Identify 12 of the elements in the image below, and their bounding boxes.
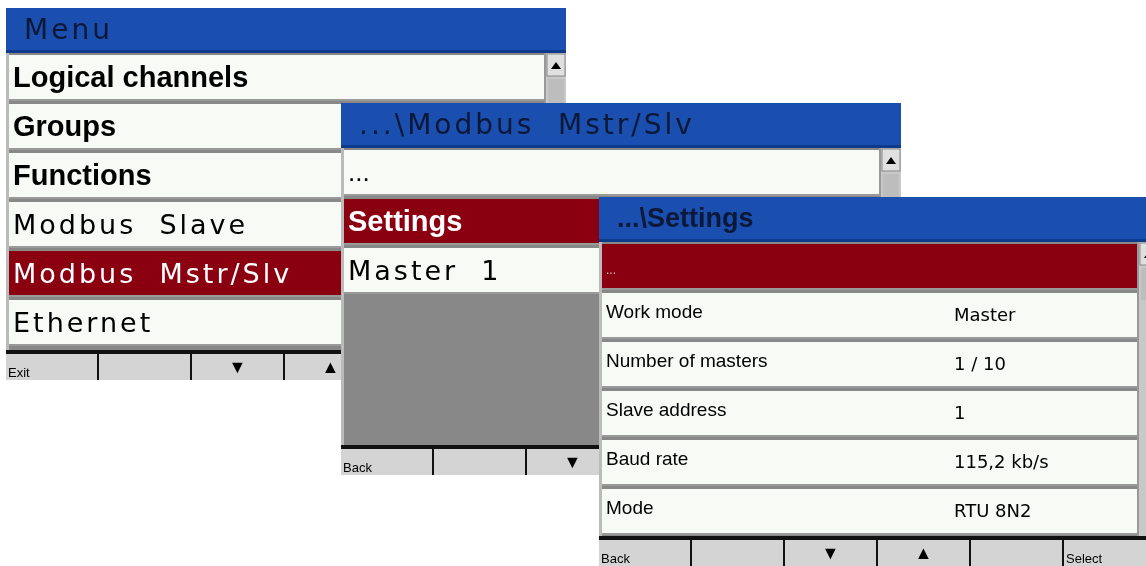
- setting-label: Work mode: [606, 301, 704, 323]
- window-title: ...\Settings: [599, 197, 1146, 242]
- setting-value: RTU 8N2: [954, 499, 1032, 521]
- setting-value: 115,2 kb/s: [954, 450, 1049, 472]
- window-title: ...\Modbus Mstr/Slv: [341, 103, 901, 148]
- setting-label: Mode: [606, 497, 655, 519]
- setting-value: Master: [954, 303, 1016, 325]
- window-title: Menu: [6, 8, 566, 53]
- setting-label: Slave address: [606, 399, 728, 421]
- setting-value: 1 / 10: [954, 352, 1006, 374]
- setting-value: 1: [954, 401, 966, 423]
- setting-label: Number of masters: [606, 350, 769, 372]
